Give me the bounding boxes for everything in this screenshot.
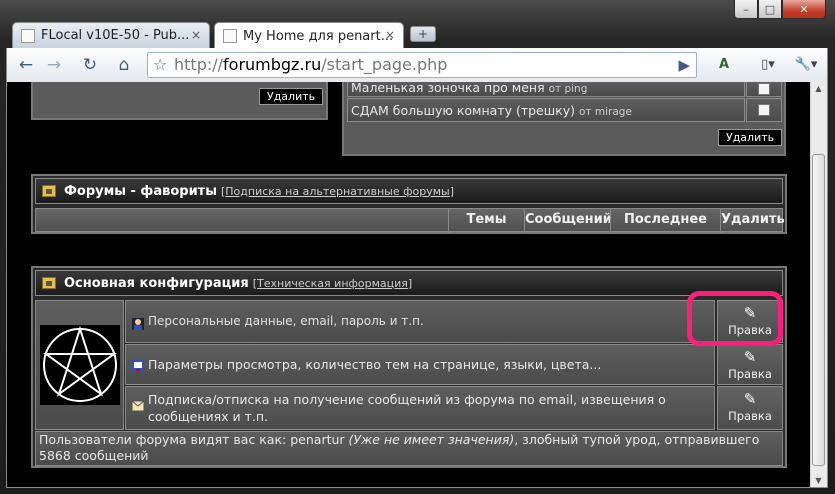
edit-view-button[interactable]: ✎ Правка [717, 344, 783, 385]
edit-label: Правка [728, 409, 772, 423]
delete-button[interactable]: Удалить [259, 88, 324, 105]
go-icon[interactable]: ▶ [678, 53, 690, 77]
page-viewport: Удалить Маленькая зоночка про меня от pi… [6, 82, 828, 488]
url-scheme: http:// [174, 55, 224, 74]
new-tab-button[interactable]: + [410, 26, 436, 42]
vertical-scrollbar[interactable]: ▲ ▼ [810, 82, 827, 487]
tab-title: FLocal v10E-50 - Pub... [41, 28, 190, 43]
user-status-text: Пользователи форума видят вас как: penar… [39, 432, 760, 463]
translate-icon[interactable]: A [713, 54, 735, 76]
top-left-panel: Удалить [31, 82, 328, 120]
display-settings-icon [132, 360, 144, 372]
subscription-title[interactable]: СДАМ большую комнату (трешку) от mirage [351, 102, 632, 121]
tab-flocal[interactable]: FLocal v10E-50 - Pub... × [12, 22, 210, 48]
envelope-icon [132, 400, 144, 412]
config-row-text: Параметры просмотра, количество тем на с… [148, 357, 602, 372]
config-row-email: Подписка/отписка на получение сообщений … [125, 386, 715, 430]
subscription-row: Маленькая зоночка про меня от ping [347, 82, 745, 97]
column-messages: Сообщений [524, 209, 612, 233]
config-header: Основная конфигурация [Техническая инфор… [35, 270, 783, 296]
highlight-annotation [687, 291, 783, 346]
page-favicon-icon [21, 28, 35, 43]
browser-window: – □ ✕ FLocal v10E-50 - Pub... × My Home … [0, 0, 835, 494]
subscription-title[interactable]: Маленькая зоночка про меня от ping [351, 82, 587, 98]
subscription-row: СДАМ большую комнату (трешку) от mirage [347, 98, 745, 122]
subscriptions-panel: Маленькая зоночка про меня от ping СДАМ … [342, 82, 786, 156]
config-row-personal: Персональные данные, email, пароль и т.п… [125, 300, 715, 343]
config-panel: Основная конфигурация [Техническая инфор… [31, 266, 787, 468]
config-footer: Пользователи форума видят вас как: penar… [35, 431, 783, 466]
pencil-icon: ✎ [743, 390, 757, 408]
address-bar[interactable]: ☆ http://forumbgz.ru/start_page.php ▶ [147, 52, 697, 78]
favorites-link-wrap: [Подписка на альтернативные форумы] [220, 184, 455, 198]
minimize-button[interactable]: – [734, 0, 758, 19]
tools-menu-icon[interactable]: 🔧▾ [789, 54, 823, 76]
column-topics: Темы [448, 209, 524, 233]
folder-icon [42, 185, 56, 197]
bookmark-star-icon[interactable]: ☆ [153, 53, 167, 77]
toolbar: ← → ↻ ⌂ ☆ http://forumbgz.ru/start_page.… [6, 48, 828, 82]
folder-icon [42, 277, 56, 289]
close-window-button[interactable]: ✕ [782, 0, 826, 19]
favorites-panel: Форумы - фавориты [Подписка на альтернат… [31, 174, 787, 234]
page-favicon-icon [223, 29, 237, 43]
column-last: Последнее [610, 209, 720, 233]
avatar-cell [35, 300, 124, 430]
scroll-up-icon[interactable]: ▲ [813, 84, 824, 93]
edit-email-button[interactable]: ✎ Правка [717, 386, 783, 430]
scroll-down-icon[interactable]: ▼ [813, 476, 824, 485]
user-icon [132, 318, 144, 330]
column-delete: Удалить [720, 209, 785, 233]
subscription-checkbox[interactable] [758, 83, 770, 95]
pencil-icon: ✎ [743, 348, 757, 366]
home-icon[interactable]: ⌂ [113, 54, 135, 76]
tab-close-icon[interactable]: × [385, 28, 395, 42]
tab-close-icon[interactable]: × [191, 28, 201, 42]
config-row-text: Подписка/отписка на получение сообщений … [148, 392, 666, 424]
subscription-check-cell [746, 82, 782, 97]
config-row-view: Параметры просмотра, количество тем на с… [125, 344, 715, 385]
favorites-title: Форумы - фавориты [64, 183, 217, 199]
maximize-button[interactable]: □ [758, 0, 782, 19]
config-link-wrap: [Техническая информация] [252, 276, 413, 290]
subscription-checkbox[interactable] [758, 104, 770, 116]
favorites-table-header: Темы Сообщений Последнее Удалить [35, 208, 785, 233]
technical-info-link[interactable]: Техническая информация [257, 277, 408, 290]
delete-selected-button[interactable]: Удалить [718, 129, 783, 146]
config-title: Основная конфигурация [64, 275, 249, 291]
config-row-text: Персональные данные, email, пароль и т.п… [148, 314, 424, 328]
scroll-thumb[interactable] [812, 154, 825, 466]
url-host: forumbgz.ru [223, 55, 322, 74]
back-arrow-icon[interactable]: ← [15, 54, 37, 76]
pentagram-avatar [40, 325, 120, 405]
subscription-check-cell [746, 98, 782, 122]
favorites-header: Форумы - фавориты [Подписка на альтернат… [35, 178, 783, 204]
edit-label: Правка [728, 367, 772, 381]
url-path: /start_page.php [321, 55, 448, 74]
tab-title: My Home для penart... [243, 28, 394, 44]
reload-icon[interactable]: ↻ [79, 54, 101, 76]
tab-my-home[interactable]: My Home для penart... × [214, 22, 404, 49]
alt-forums-subscription-link[interactable]: Подписка на альтернативные форумы [225, 185, 449, 198]
forward-arrow-icon[interactable]: → [43, 54, 65, 76]
page-menu-icon[interactable]: ▯▾ [753, 54, 783, 76]
